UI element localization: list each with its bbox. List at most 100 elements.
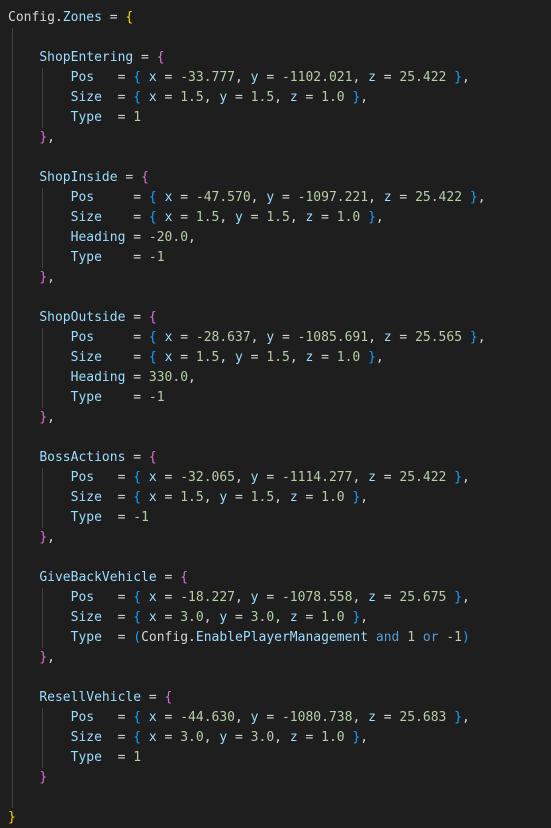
code-line[interactable]: }, — [0, 408, 551, 428]
code-line[interactable]: Type = 1 — [0, 108, 551, 128]
code-line[interactable]: ShopOutside = { — [0, 308, 551, 328]
code-line[interactable]: }, — [0, 648, 551, 668]
code-token: { — [141, 170, 149, 185]
code-token: = — [94, 190, 149, 205]
code-token: , — [352, 470, 369, 485]
code-token: ShopOutside — [39, 310, 126, 325]
code-line[interactable]: Pos = { x = -32.065, y = -1114.277, z = … — [0, 468, 551, 488]
code-line[interactable]: Pos = { x = -44.630, y = -1080.738, z = … — [0, 708, 551, 728]
code-token: z — [289, 90, 298, 105]
code-token: } — [454, 710, 463, 725]
code-line[interactable]: Size = { x = 1.5, y = 1.5, z = 1.0 }, — [0, 88, 551, 108]
code-token: , — [219, 210, 236, 225]
code-token: 1.0 — [321, 490, 345, 505]
code-line[interactable]: }, — [0, 128, 551, 148]
code-line[interactable]: BossActions = { — [0, 448, 551, 468]
code-token: y — [219, 730, 228, 745]
code-line[interactable]: Type = -1 — [0, 248, 551, 268]
code-lines-container[interactable]: Config.Zones = { ShopEntering = { Pos = … — [0, 8, 551, 828]
code-token: , — [203, 490, 220, 505]
code-line[interactable]: Config.Zones = { — [0, 8, 551, 28]
code-line[interactable]: Pos = { x = -47.570, y = -1097.221, z = … — [0, 188, 551, 208]
code-token: ShopEntering — [39, 50, 134, 65]
code-token: = — [94, 330, 149, 345]
code-line[interactable]: } — [0, 808, 551, 828]
code-token: -28.637 — [195, 330, 251, 345]
code-line[interactable]: ResellVehicle = { — [0, 688, 551, 708]
code-line[interactable]: Size = { x = 1.5, y = 1.5, z = 1.0 }, — [0, 348, 551, 368]
code-token: } — [469, 190, 478, 205]
code-token: Pos — [70, 190, 95, 205]
code-line[interactable] — [0, 788, 551, 808]
code-token: Pos — [70, 70, 95, 85]
code-line[interactable] — [0, 548, 551, 568]
code-token: x — [148, 70, 157, 85]
code-token: } — [39, 130, 48, 145]
code-token: = — [172, 350, 196, 365]
code-line[interactable] — [0, 288, 551, 308]
code-token: = — [227, 730, 251, 745]
code-token: { — [133, 470, 142, 485]
code-token: -1085.691 — [297, 330, 369, 345]
code-line[interactable]: }, — [0, 528, 551, 548]
code-line[interactable]: Pos = { x = -18.227, y = -1078.558, z = … — [0, 588, 551, 608]
code-token: Zones — [62, 10, 102, 25]
code-token: -18.227 — [180, 590, 236, 605]
code-line[interactable] — [0, 28, 551, 48]
code-token: 1.5 — [180, 490, 204, 505]
code-token: z — [368, 70, 376, 85]
code-line[interactable]: Heading = -20.0, — [0, 228, 551, 248]
code-token: 1.5 — [250, 490, 275, 505]
code-token: , — [203, 730, 220, 745]
code-line[interactable]: ShopEntering = { — [0, 48, 551, 68]
code-token: Size — [70, 490, 102, 505]
code-token: = — [101, 90, 134, 105]
code-token: { — [156, 50, 165, 65]
code-token: = — [391, 190, 416, 205]
code-line[interactable]: Size = { x = 1.5, y = 1.5, z = 1.0 }, — [0, 488, 551, 508]
code-token: , — [368, 190, 384, 205]
code-line[interactable]: Size = { x = 3.0, y = 3.0, z = 1.0 }, — [0, 728, 551, 748]
code-token: Type — [70, 630, 102, 645]
code-token: = — [172, 190, 196, 205]
code-line[interactable]: Type = (Config.EnablePlayerManagement an… — [0, 628, 551, 648]
code-line[interactable]: }, — [0, 268, 551, 288]
code-token: = — [227, 490, 251, 505]
code-token: . — [188, 630, 196, 645]
code-line[interactable]: Pos = { x = -28.637, y = -1085.691, z = … — [0, 328, 551, 348]
code-token: = — [156, 710, 181, 725]
code-line[interactable] — [0, 668, 551, 688]
code-line[interactable] — [0, 428, 551, 448]
code-token: Pos — [70, 590, 95, 605]
code-line[interactable]: Size = { x = 1.5, y = 1.5, z = 1.0 }, — [0, 208, 551, 228]
code-line[interactable] — [0, 148, 551, 168]
code-line[interactable]: } — [0, 768, 551, 788]
code-line[interactable]: Pos = { x = -33.777, y = -1102.021, z = … — [0, 68, 551, 88]
code-editor-viewport[interactable]: Config.Zones = { ShopEntering = { Pos = … — [0, 0, 551, 825]
code-token: GiveBackVehicle — [39, 570, 157, 585]
code-token: = — [258, 590, 282, 605]
code-line[interactable]: Size = { x = 3.0, y = 3.0, z = 1.0 }, — [0, 608, 551, 628]
code-line[interactable]: Type = -1 — [0, 388, 551, 408]
code-token: = — [297, 490, 322, 505]
code-token: = — [172, 210, 196, 225]
code-line[interactable]: ShopInside = { — [0, 168, 551, 188]
code-token: = — [375, 70, 400, 85]
code-line[interactable]: Type = -1 — [0, 508, 551, 528]
code-line[interactable]: Heading = 330.0, — [0, 368, 551, 388]
code-token: , — [47, 410, 55, 425]
code-token: -44.630 — [180, 710, 236, 725]
code-line[interactable]: Type = 1 — [0, 748, 551, 768]
code-token: , — [203, 90, 220, 105]
code-token: Size — [70, 210, 102, 225]
code-token: Config — [141, 630, 189, 645]
code-line[interactable]: GiveBackVehicle = { — [0, 568, 551, 588]
code-token: = — [141, 690, 165, 705]
